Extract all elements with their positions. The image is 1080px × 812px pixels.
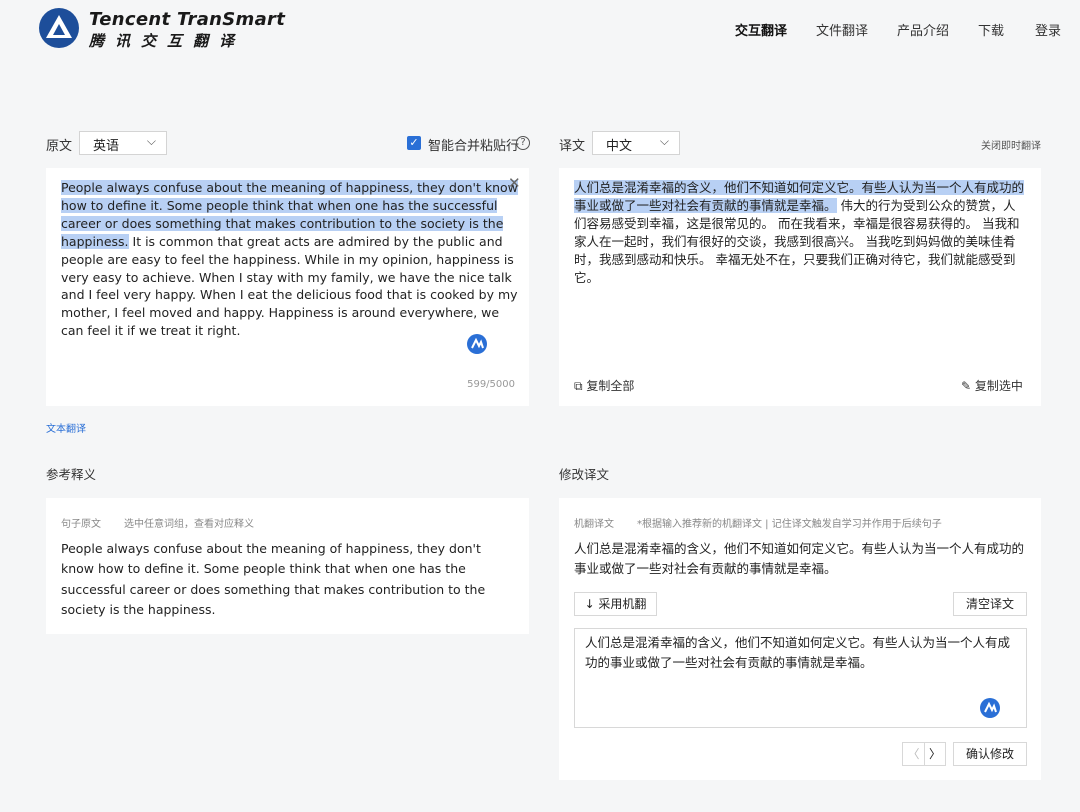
confirm-revise-button[interactable]: 确认修改: [953, 742, 1027, 766]
tencent-transmart-logo: [39, 8, 79, 48]
target-language-value: 中文: [606, 139, 633, 154]
ai-assist-icon[interactable]: [467, 334, 487, 354]
edit-icon: ✎: [961, 379, 972, 393]
edit-translation-textarea[interactable]: 人们总是混淆幸福的含义，他们不知道如何定义它。有些人认为当一个人有成功的事业或做…: [574, 628, 1027, 728]
help-icon[interactable]: ?: [516, 136, 530, 150]
chevron-down-icon: ⌵: [146, 134, 156, 148]
copy-icon: ⧉: [574, 379, 583, 393]
reference-title: 参考释义: [46, 467, 97, 482]
chevron-down-icon: ⌵: [659, 134, 669, 148]
target-language-select[interactable]: 中文 ⌵: [592, 131, 680, 155]
mt-label: 机翻译文: [574, 519, 614, 530]
target-panel: 人们总是混淆幸福的含义，他们不知道如何定义它。有些人认为当一个人有成功的事业或做…: [559, 168, 1041, 406]
revise-title: 修改译文: [559, 467, 610, 482]
sentence-original-label: 句子原文: [61, 519, 101, 530]
nav-file-translate[interactable]: 文件翻译: [816, 20, 868, 39]
brand-name-en: Tencent TranSmart: [89, 9, 286, 30]
copy-all-label: 复制全部: [586, 379, 635, 393]
mt-text: 人们总是混淆幸福的含义，他们不知道如何定义它。有些人认为当一个人有成功的事业或做…: [574, 541, 1025, 577]
nav-product-intro[interactable]: 产品介绍: [897, 20, 949, 39]
revise-panel: 机翻译文 *根据输入推荐新的机翻译文 | 记住译文触发自学习并作用于后续句子 人…: [559, 498, 1041, 780]
nav-login[interactable]: 登录: [1035, 20, 1061, 39]
ai-assist-icon[interactable]: [980, 698, 1000, 718]
edit-translation-text: 人们总是混淆幸福的含义，他们不知道如何定义它。有些人认为当一个人有成功的事业或做…: [585, 635, 1011, 671]
copy-selected-button[interactable]: ✎ 复制选中: [961, 377, 1023, 394]
prev-sentence-button[interactable]: 〈: [902, 742, 924, 766]
mt-hint: *根据输入推荐新的机翻译文 | 记住译文触发自学习并作用于后续句子: [637, 519, 942, 530]
adopt-mt-button[interactable]: ↓ 采用机翻: [574, 592, 657, 616]
next-sentence-button[interactable]: 〉: [924, 742, 946, 766]
copy-all-button[interactable]: ⧉ 复制全部: [574, 377, 634, 394]
target-label: 译文: [559, 139, 586, 154]
copy-selected-label: 复制选中: [974, 379, 1023, 393]
nav-download[interactable]: 下载: [978, 20, 1004, 39]
source-textarea[interactable]: People always confuse about the meaning …: [61, 179, 521, 340]
close-instant-translate[interactable]: 关闭即时翻译: [981, 137, 1041, 152]
reference-sentence[interactable]: People always confuse about the meaning …: [61, 539, 516, 620]
clear-translation-button[interactable]: 清空译文: [953, 592, 1027, 616]
merge-paste-label: 智能合并粘贴行: [428, 139, 520, 154]
nav-interactive-translate[interactable]: 交互翻译: [735, 20, 787, 39]
merge-paste-checkbox[interactable]: ✓: [407, 136, 421, 150]
brand-name-cn: 腾讯交互翻译: [89, 32, 246, 50]
source-panel: People always confuse about the meaning …: [46, 168, 529, 406]
reference-panel: 句子原文 选中任意词组，查看对应释义 People always confuse…: [46, 498, 529, 634]
source-language-select[interactable]: 英语 ⌵: [79, 131, 167, 155]
text-translate-link[interactable]: 文本翻译: [46, 420, 86, 435]
target-output: 人们总是混淆幸福的含义，他们不知道如何定义它。有些人认为当一个人有成功的事业或做…: [574, 179, 1025, 286]
char-count: 599/5000: [467, 379, 515, 390]
source-rest-text: It is common that great acts are admired…: [61, 233, 518, 339]
reference-hint: 选中任意词组，查看对应释义: [124, 519, 254, 530]
source-language-value: 英语: [93, 139, 120, 154]
source-label: 原文: [46, 139, 73, 154]
clear-source-icon[interactable]: ✕: [508, 174, 521, 192]
